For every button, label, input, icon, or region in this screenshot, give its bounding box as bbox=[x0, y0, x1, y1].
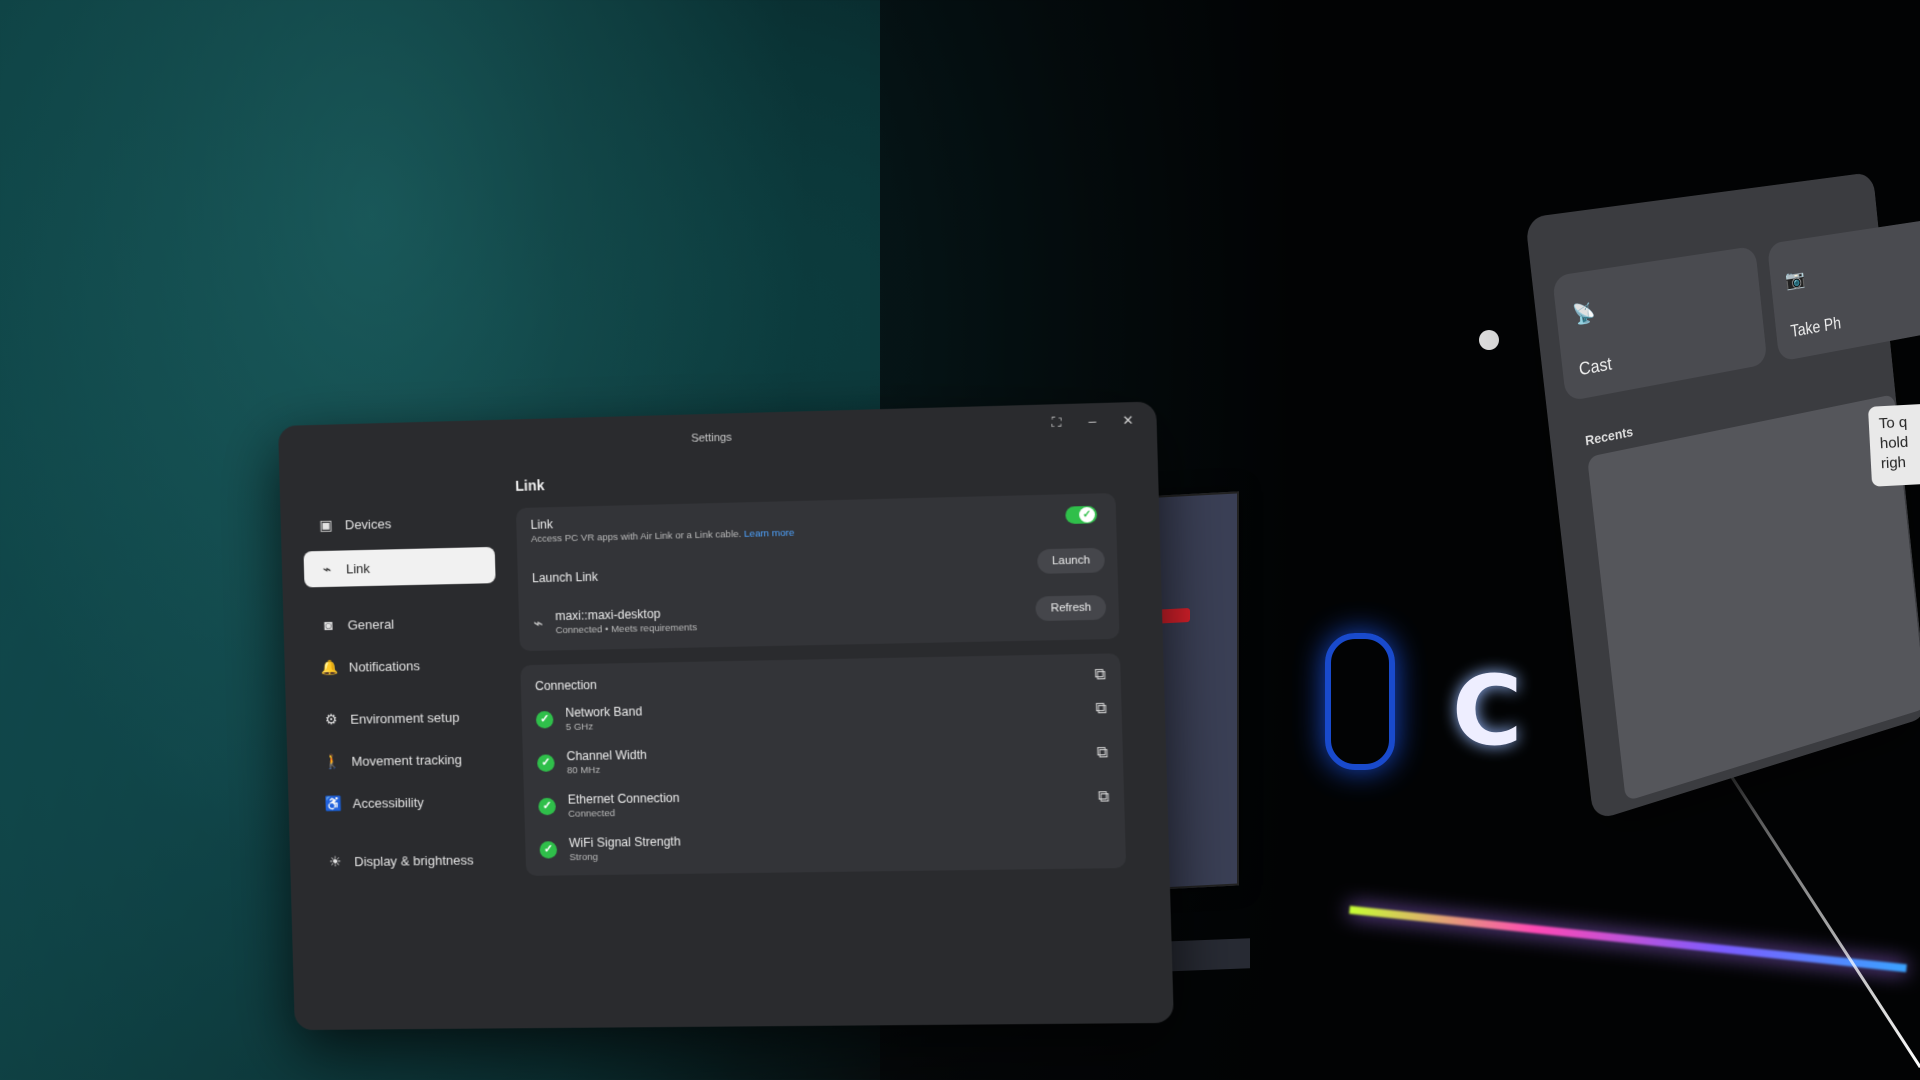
connection-item-title: WiFi Signal Strength bbox=[568, 834, 681, 851]
connection-item-value: Strong bbox=[569, 851, 599, 864]
sidebar-item-label: Link bbox=[345, 560, 371, 576]
link-toggle-switch[interactable] bbox=[1065, 505, 1098, 525]
cast-icon: 📡 bbox=[1571, 301, 1597, 327]
settings-sidebar: ▣ Devices ⌁ Link ◙ General 🔔 Notificatio… bbox=[302, 503, 504, 880]
check-circle-icon: ✓ bbox=[539, 841, 558, 859]
quick-settings-panel: 📡 Cast 📷 Take Ph Recents bbox=[1525, 171, 1920, 822]
sidebar-item-link[interactable]: ⌁ Link bbox=[303, 546, 496, 588]
connection-item-title: Network Band bbox=[565, 704, 643, 720]
minimize-button[interactable]: – bbox=[1080, 413, 1104, 429]
launch-button[interactable]: Launch bbox=[1036, 547, 1106, 574]
external-link-icon[interactable]: ⧉ bbox=[1098, 788, 1110, 806]
environment-icon: ⚙ bbox=[324, 710, 338, 727]
bell-icon: 🔔 bbox=[320, 658, 339, 675]
check-circle-icon: ✓ bbox=[535, 711, 554, 729]
close-button[interactable]: ✕ bbox=[1116, 412, 1140, 429]
controller-cursor bbox=[1479, 330, 1499, 350]
launch-link-title: Launch Link bbox=[531, 569, 599, 586]
sidebar-item-label: Accessibility bbox=[352, 794, 425, 811]
sidebar-item-notifications[interactable]: 🔔 Notifications bbox=[306, 646, 498, 686]
connection-item-value: 5 GHz bbox=[565, 721, 594, 734]
pc-blue-fan-light bbox=[1325, 633, 1395, 770]
hint-tooltip: To q hold righ bbox=[1867, 403, 1920, 487]
page-title: Link bbox=[515, 477, 545, 494]
sidebar-item-label: General bbox=[347, 616, 395, 633]
sidebar-item-label: Display & brightness bbox=[354, 851, 474, 869]
headset-icon: ◙ bbox=[324, 616, 334, 634]
connection-card: Connection ⧉ ✓ Network Band 5 GHz ⧉ ✓ Ch… bbox=[520, 653, 1127, 876]
sidebar-item-devices[interactable]: ▣ Devices bbox=[302, 503, 494, 544]
external-link-icon[interactable]: ⧉ bbox=[1094, 666, 1106, 684]
connection-item-title: Channel Width bbox=[566, 747, 648, 764]
check-circle-icon: ✓ bbox=[538, 797, 557, 816]
cast-tile[interactable]: 📡 Cast bbox=[1552, 245, 1768, 402]
pc-link-icon: ⌁ bbox=[533, 614, 544, 633]
external-link-icon[interactable]: ⧉ bbox=[1097, 744, 1109, 762]
sidebar-item-label: Movement tracking bbox=[351, 751, 463, 769]
device-name: maxi::maxi-desktop bbox=[554, 606, 661, 624]
sidebar-item-label: Devices bbox=[344, 515, 392, 532]
sidebar-item-label: Environment setup bbox=[350, 709, 460, 727]
link-settings-content: Link Link Access PC VR apps with Air Lin… bbox=[515, 462, 1127, 876]
connection-item-value: 80 MHz bbox=[566, 764, 601, 777]
sidebar-item-movement-tracking[interactable]: 🚶 Movement tracking bbox=[309, 740, 501, 779]
tooltip-text: To q hold righ bbox=[1878, 413, 1909, 473]
device-info: ⌁ maxi::maxi-desktop Connected • Meets r… bbox=[533, 597, 1104, 637]
movement-icon: 🚶 bbox=[323, 752, 342, 769]
sidebar-item-general[interactable]: ◙ General bbox=[305, 603, 497, 643]
accessibility-icon: ♿ bbox=[324, 794, 343, 811]
connection-title: Connection bbox=[534, 677, 598, 693]
connection-item-title: Ethernet Connection bbox=[567, 790, 680, 807]
link-description-text: Access PC VR apps with Air Link or a Lin… bbox=[530, 528, 742, 546]
sidebar-item-accessibility[interactable]: ♿ Accessibility bbox=[310, 783, 502, 822]
sidebar-item-label: Notifications bbox=[348, 657, 421, 675]
settings-window: Settings ⛶ – ✕ ▣ Devices ⌁ Link ◙ Genera… bbox=[278, 401, 1174, 1031]
sidebar-item-environment-setup[interactable]: ⚙ Environment setup bbox=[308, 698, 500, 738]
check-circle-icon: ✓ bbox=[537, 754, 555, 772]
devices-icon: ▣ bbox=[318, 516, 333, 533]
learn-more-link[interactable]: Learn more bbox=[744, 528, 794, 540]
restore-button[interactable]: ⛶ bbox=[1045, 414, 1069, 431]
take-photo-label: Take Ph bbox=[1789, 313, 1842, 341]
window-title: Settings bbox=[690, 431, 733, 445]
refresh-button[interactable]: Refresh bbox=[1035, 594, 1107, 622]
recents-label: Recents bbox=[1584, 423, 1634, 449]
sidebar-item-display-brightness[interactable]: ☀ Display & brightness bbox=[312, 841, 504, 880]
link-card: Link Access PC VR apps with Air Link or … bbox=[515, 493, 1120, 652]
device-text: maxi::maxi-desktop Connected • Meets req… bbox=[554, 606, 698, 637]
external-link-icon[interactable]: ⧉ bbox=[1095, 700, 1107, 718]
brightness-icon: ☀ bbox=[328, 852, 342, 869]
connection-item-wifi-strength: ✓ WiFi Signal Strength Strong bbox=[525, 820, 1126, 876]
cast-label: Cast bbox=[1577, 354, 1613, 380]
camera-icon: 📷 bbox=[1784, 268, 1806, 292]
pc-case-logo: C bbox=[1452, 655, 1523, 767]
link-icon: ⌁ bbox=[322, 560, 332, 577]
device-status: Connected • Meets requirements bbox=[555, 622, 698, 637]
connection-item-value: Connected bbox=[568, 808, 616, 820]
